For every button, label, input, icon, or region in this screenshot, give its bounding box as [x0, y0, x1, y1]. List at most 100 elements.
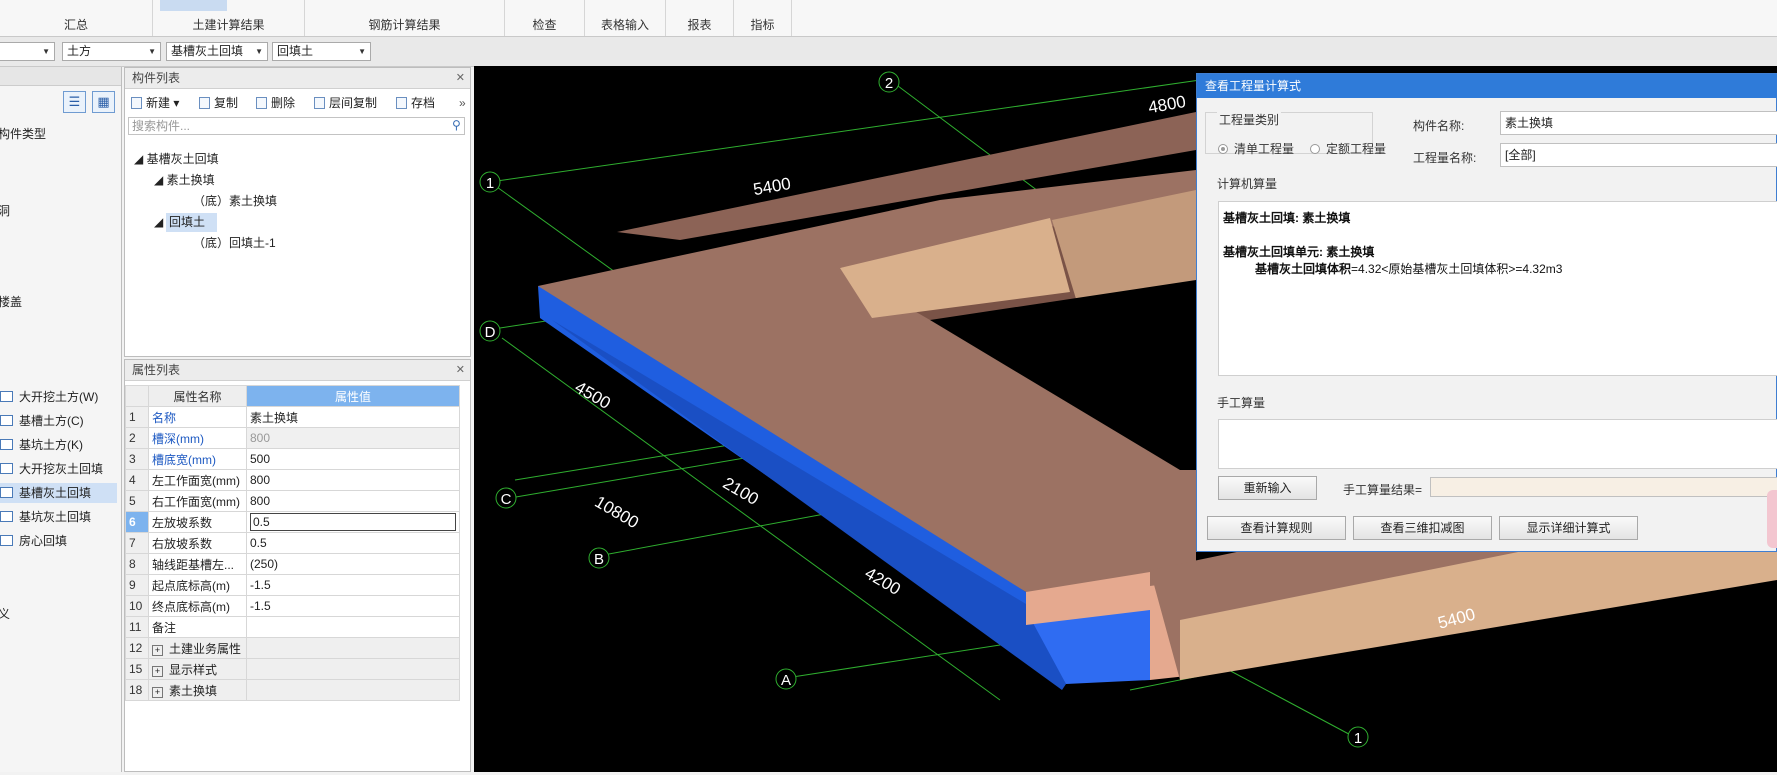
- calc-line: 基槽灰土回填: 素土换填: [1223, 211, 1351, 225]
- nav-item-pit-excavation[interactable]: 大开挖土方(W): [0, 387, 98, 407]
- table-row[interactable]: 9 起点底标高(m) -1.5: [125, 574, 460, 596]
- new-icon: [131, 97, 142, 109]
- table-row-group[interactable]: 18 + 素土换填: [125, 679, 460, 701]
- manual-result-field[interactable]: [1430, 477, 1777, 497]
- value-input[interactable]: 0.5: [250, 513, 456, 531]
- tab-rebar-results[interactable]: 钢筋计算结果: [305, 0, 505, 36]
- expand-icon[interactable]: +: [152, 686, 163, 698]
- nav-item[interactable]: 楼盖: [0, 292, 22, 312]
- table-row[interactable]: 8 轴线距基槽左... (250): [125, 553, 460, 575]
- floor-copy-button[interactable]: 层间复制: [314, 94, 377, 112]
- property-group[interactable]: + 素土换填: [148, 679, 247, 701]
- nav-item[interactable]: 构件类型: [0, 124, 46, 144]
- property-value[interactable]: (250): [246, 553, 460, 575]
- backfill-icon: [0, 487, 13, 498]
- tab-check[interactable]: 检查: [505, 0, 585, 36]
- table-row[interactable]: 2 槽深(mm) 800: [125, 427, 460, 449]
- component-select[interactable]: 回填土 ▼: [272, 42, 371, 61]
- radio-icon[interactable]: [1218, 144, 1228, 154]
- tab-table-input[interactable]: 表格输入: [585, 0, 666, 36]
- manual-calc-area[interactable]: [1218, 419, 1777, 469]
- search-input[interactable]: 搜索构件...: [128, 117, 465, 135]
- component-list-panel: 构件列表 ✕ 新建 ▾ 复制 删除 层间复制 存档 » 搜索构件... ⚲ ◢ 基…: [124, 67, 471, 357]
- backfill-icon: [0, 463, 13, 474]
- tab-civil-results[interactable]: 土建计算结果: [153, 0, 305, 36]
- table-row[interactable]: 11 备注: [125, 616, 460, 638]
- nav-item[interactable]: 义: [0, 604, 10, 624]
- new-button[interactable]: 新建 ▾: [131, 94, 179, 112]
- nav-item-foundation-pit[interactable]: 基坑土方(K): [0, 435, 83, 455]
- table-row-group[interactable]: 12 + 土建业务属性: [125, 637, 460, 659]
- column-header-name: 属性名称: [148, 385, 247, 407]
- table-row[interactable]: 7 右放坡系数 0.5: [125, 532, 460, 554]
- qty-name-select[interactable]: [全部]: [1500, 143, 1777, 167]
- computer-calc-area[interactable]: 基槽灰土回填: 素土换填 基槽灰土回填单元: 素土换填 基槽灰土回填体积=4.3…: [1218, 201, 1777, 376]
- search-icon[interactable]: ⚲: [452, 118, 461, 132]
- property-value[interactable]: 800: [246, 490, 460, 512]
- property-value[interactable]: [246, 616, 460, 638]
- property-group[interactable]: + 显示样式: [148, 658, 247, 680]
- tree-node-group[interactable]: ◢ 素土换填: [154, 171, 215, 190]
- table-row[interactable]: 1 名称 素土换填: [125, 406, 460, 428]
- quantity-formula-dialog: 查看工程量计算式 工程量类别 清单工程量 定额工程量 构件名称: 素土换填 工程…: [1196, 73, 1777, 552]
- nav-item-pit-backfill[interactable]: 大开挖灰土回填: [0, 459, 103, 479]
- nav-item-foundation-backfill[interactable]: 基坑灰土回填: [0, 507, 91, 527]
- backfill-icon: [0, 511, 13, 522]
- table-row[interactable]: 4 左工作面宽(mm) 800: [125, 469, 460, 491]
- expand-icon[interactable]: +: [152, 644, 163, 656]
- row-number-header: [125, 385, 149, 407]
- tab-summary[interactable]: 汇总: [0, 0, 153, 36]
- component-type-select[interactable]: 基槽灰土回填 ▼: [166, 42, 268, 61]
- axis-label: B: [594, 551, 604, 568]
- component-name-field[interactable]: 素土换填: [1500, 111, 1777, 135]
- radio-icon[interactable]: [1310, 144, 1320, 154]
- close-icon[interactable]: ✕: [456, 68, 465, 88]
- property-value[interactable]: -1.5: [246, 574, 460, 596]
- radio-list-quantity[interactable]: 清单工程量: [1218, 140, 1294, 157]
- axis-label: C: [501, 491, 512, 508]
- view-3d-deduction-button[interactable]: 查看三维扣减图: [1353, 516, 1492, 540]
- property-name: 槽底宽(mm): [148, 448, 247, 470]
- row-number: 10: [125, 595, 149, 617]
- property-group[interactable]: + 土建业务属性: [148, 637, 247, 659]
- show-detail-formula-button[interactable]: 显示详细计算式: [1499, 516, 1638, 540]
- property-value[interactable]: 素土换填: [246, 406, 460, 428]
- tab-reports[interactable]: 报表: [666, 0, 734, 36]
- property-value[interactable]: 800: [246, 469, 460, 491]
- dimension-label: 5400: [752, 174, 793, 199]
- table-row-group[interactable]: 15 + 显示样式: [125, 658, 460, 680]
- close-icon[interactable]: ✕: [456, 360, 465, 380]
- nav-item-trench-backfill[interactable]: 基槽灰土回填: [0, 483, 117, 503]
- nav-item-trench-earth[interactable]: 基槽土方(C): [0, 411, 84, 431]
- nav-item-room-backfill[interactable]: 房心回填: [0, 531, 67, 551]
- expand-icon[interactable]: +: [152, 665, 163, 677]
- property-value[interactable]: 500: [246, 448, 460, 470]
- delete-icon: [256, 97, 267, 109]
- radio-quota-quantity[interactable]: 定额工程量: [1310, 140, 1386, 157]
- property-value[interactable]: -1.5: [246, 595, 460, 617]
- view-rules-button[interactable]: 查看计算规则: [1207, 516, 1346, 540]
- reinput-button[interactable]: 重新输入: [1218, 476, 1317, 500]
- delete-button[interactable]: 删除: [256, 94, 295, 112]
- property-value-editor[interactable]: 0.5: [246, 511, 460, 533]
- table-row[interactable]: 10 终点底标高(m) -1.5: [125, 595, 460, 617]
- tab-indicators[interactable]: 指标: [734, 0, 792, 36]
- tree-node-root[interactable]: ◢ 基槽灰土回填: [134, 150, 219, 169]
- side-float-tab[interactable]: [1767, 490, 1777, 548]
- table-row-selected[interactable]: 6 左放坡系数 0.5: [125, 511, 460, 533]
- list-view-icon[interactable]: ☰: [63, 91, 86, 113]
- nav-item[interactable]: 洞: [0, 201, 10, 221]
- category-select[interactable]: 土方 ▼: [62, 42, 161, 61]
- more-icon[interactable]: »: [459, 94, 466, 112]
- floor-select[interactable]: ▼: [0, 42, 55, 61]
- tree-node-item[interactable]: （底）素土换填: [193, 192, 277, 211]
- grid-view-icon[interactable]: ▦: [92, 91, 115, 113]
- table-row[interactable]: 5 右工作面宽(mm) 800: [125, 490, 460, 512]
- tree-node-toggle[interactable]: ◢: [154, 213, 163, 232]
- tree-node-item[interactable]: （底）回填土-1: [193, 234, 276, 253]
- table-row[interactable]: 3 槽底宽(mm) 500: [125, 448, 460, 470]
- save-button[interactable]: 存档: [396, 94, 435, 112]
- tree-node-group-selected[interactable]: 回填土: [166, 213, 218, 232]
- copy-button[interactable]: 复制: [199, 94, 238, 112]
- property-value[interactable]: 0.5: [246, 532, 460, 554]
